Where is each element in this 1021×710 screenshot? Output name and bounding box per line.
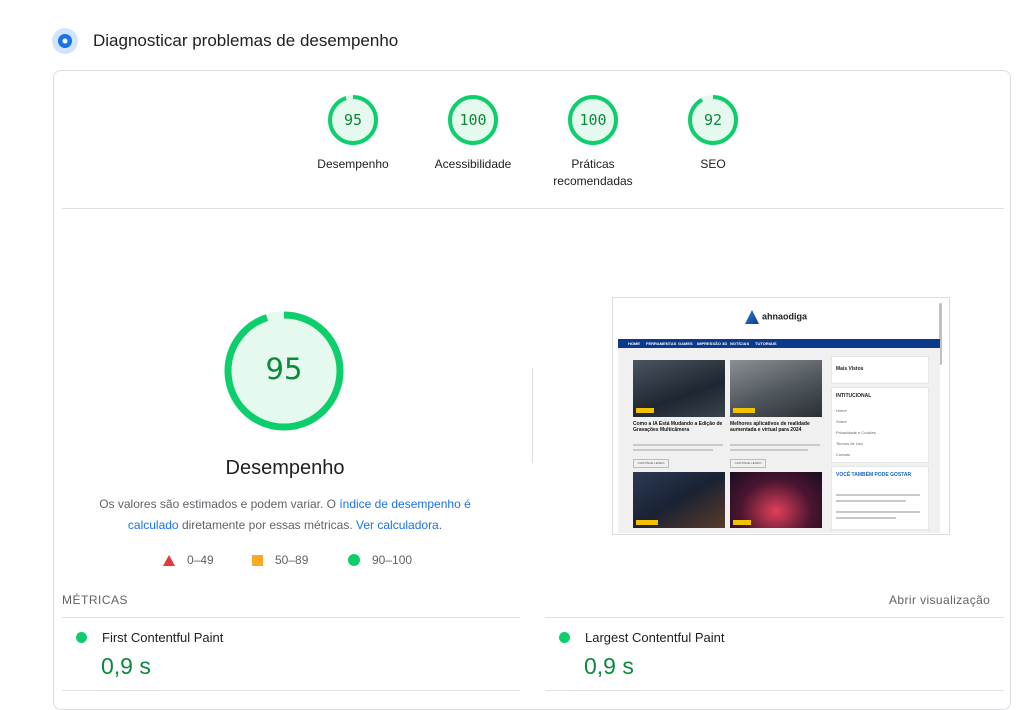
square-icon bbox=[252, 554, 263, 566]
metric-fcp-value: 0,9 s bbox=[101, 653, 151, 679]
performance-note: Os valores são estimados e podem variar.… bbox=[90, 494, 480, 536]
gauge-accessibility-score: 100 bbox=[459, 111, 486, 129]
legend-pass: 90–100 bbox=[348, 553, 412, 567]
circle-icon bbox=[348, 554, 360, 566]
preview-site-logo: ahnaodiga bbox=[745, 310, 807, 324]
note-text-2: diretamente por essas métricas. bbox=[178, 518, 357, 532]
pass-status-icon bbox=[559, 632, 570, 643]
lighthouse-icon bbox=[52, 28, 78, 54]
gauge-seo-label: SEO bbox=[700, 157, 726, 171]
gauge-performance-ring: 95 bbox=[328, 95, 378, 145]
preview-institutional: INTITUCIONAL bbox=[836, 393, 872, 399]
preview-sidebar-link: Sobre bbox=[836, 419, 847, 424]
preview-nav-item: NOTÍCIAS bbox=[730, 341, 750, 346]
preview-also-like: VOCÊ TAMBÉM PODE GOSTAR bbox=[836, 472, 912, 478]
preview-nav-item: IMPRESSÃO 3D bbox=[697, 341, 728, 346]
preview-site-name: ahnaodiga bbox=[762, 311, 808, 322]
gauge-performance-score: 95 bbox=[344, 111, 362, 129]
gauge-best-practices-label-line2: recomendadas bbox=[553, 174, 633, 188]
expand-view-toggle[interactable]: Abrir visualização bbox=[889, 593, 990, 607]
legend-average-range: 50–89 bbox=[275, 553, 309, 567]
page-title: Diagnosticar problemas de desempenho bbox=[93, 31, 399, 50]
vertical-divider bbox=[532, 368, 533, 463]
preview-text-line bbox=[836, 511, 920, 513]
note-text-1: Os valores são estimados e podem variar.… bbox=[99, 497, 340, 511]
preview-sidebar-link: Contato bbox=[836, 452, 851, 457]
triangle-icon bbox=[163, 554, 175, 566]
legend-pass-range: 90–100 bbox=[372, 553, 413, 567]
preview-text-line bbox=[633, 444, 723, 446]
gauge-accessibility-label: Acessibilidade bbox=[434, 157, 512, 171]
metric-fcp-name: First Contentful Paint bbox=[102, 630, 224, 645]
legend-fail: 0–49 bbox=[163, 553, 214, 567]
gauge-best-practices-ring: 100 bbox=[568, 95, 618, 145]
gauge-performance[interactable]: 95 bbox=[321, 94, 385, 146]
preview-most-viewed: Mais Vistos bbox=[836, 366, 864, 372]
gauge-seo[interactable]: 92 bbox=[681, 94, 745, 146]
metric-divider bbox=[545, 617, 1004, 618]
gauge-best-practices-label-line1: Práticas bbox=[571, 157, 615, 171]
gauge-best-practices[interactable]: 100 bbox=[561, 94, 625, 146]
preview-nav-item: GAMES bbox=[678, 341, 693, 346]
gauge-seo-ring: 92 bbox=[688, 95, 738, 145]
preview-nav-item: FERRAMENTAS bbox=[646, 341, 677, 346]
preview-nav-bar: HOME FERRAMENTAS GAMES IMPRESSÃO 3D NOTÍ… bbox=[618, 339, 940, 348]
legend-average: 50–89 bbox=[252, 553, 308, 567]
metric-divider bbox=[62, 690, 520, 691]
preview-continue-button: CONTINUE LENDO bbox=[633, 459, 669, 468]
preview-badge bbox=[636, 408, 654, 413]
preview-text-line bbox=[836, 494, 920, 496]
preview-text-line bbox=[836, 517, 896, 519]
metric-lcp-value: 0,9 s bbox=[584, 653, 634, 679]
preview-badge bbox=[733, 520, 751, 525]
preview-badge bbox=[636, 520, 658, 525]
metrics-heading: MÉTRICAS bbox=[62, 593, 129, 607]
performance-score: 95 bbox=[266, 352, 303, 386]
gauge-best-practices-score: 100 bbox=[579, 111, 606, 129]
preview-sidebar-link: Privacidade e Cookies bbox=[836, 430, 876, 435]
preview-nav-item: HOME bbox=[628, 341, 640, 346]
gauge-accessibility-ring: 100 bbox=[448, 95, 498, 145]
legend-fail-range: 0–49 bbox=[187, 553, 214, 567]
section-divider bbox=[62, 208, 1004, 209]
gauge-best-practices-label: Práticas recomendadas bbox=[538, 156, 648, 190]
preview-post-title: Como a IA Está Mudando a Edição de Grava… bbox=[633, 421, 723, 433]
metric-divider bbox=[545, 690, 1004, 691]
gauge-performance-label: Desempenho bbox=[317, 157, 389, 171]
metric-lcp-name: Largest Contentful Paint bbox=[585, 630, 725, 645]
performance-gauge-large: 95 bbox=[222, 309, 346, 438]
preview-post-title: Melhores aplicativos de realidade aument… bbox=[730, 421, 810, 433]
pass-status-icon bbox=[76, 632, 87, 643]
performance-label: Desempenho bbox=[225, 457, 345, 479]
gauge-accessibility[interactable]: 100 bbox=[441, 94, 505, 146]
preview-nav-item: TUTORIAIS bbox=[755, 341, 777, 346]
preview-sidebar-link: Termos de Uso bbox=[836, 441, 863, 446]
preview-badge bbox=[733, 408, 755, 413]
calculator-link[interactable]: Ver calculadora bbox=[356, 518, 439, 532]
metric-divider bbox=[62, 617, 520, 618]
preview-text-line bbox=[730, 449, 808, 451]
preview-text-line bbox=[836, 500, 906, 502]
preview-continue-button: CONTINUE LENDO bbox=[730, 459, 766, 468]
gauge-seo-score: 92 bbox=[704, 111, 722, 129]
preview-text-line bbox=[730, 444, 820, 446]
preview-sidebar-link: Home bbox=[836, 408, 847, 413]
note-text-3: . bbox=[438, 518, 443, 532]
preview-text-line bbox=[633, 449, 713, 451]
performance-gauge-ring: 95 bbox=[224, 311, 344, 431]
